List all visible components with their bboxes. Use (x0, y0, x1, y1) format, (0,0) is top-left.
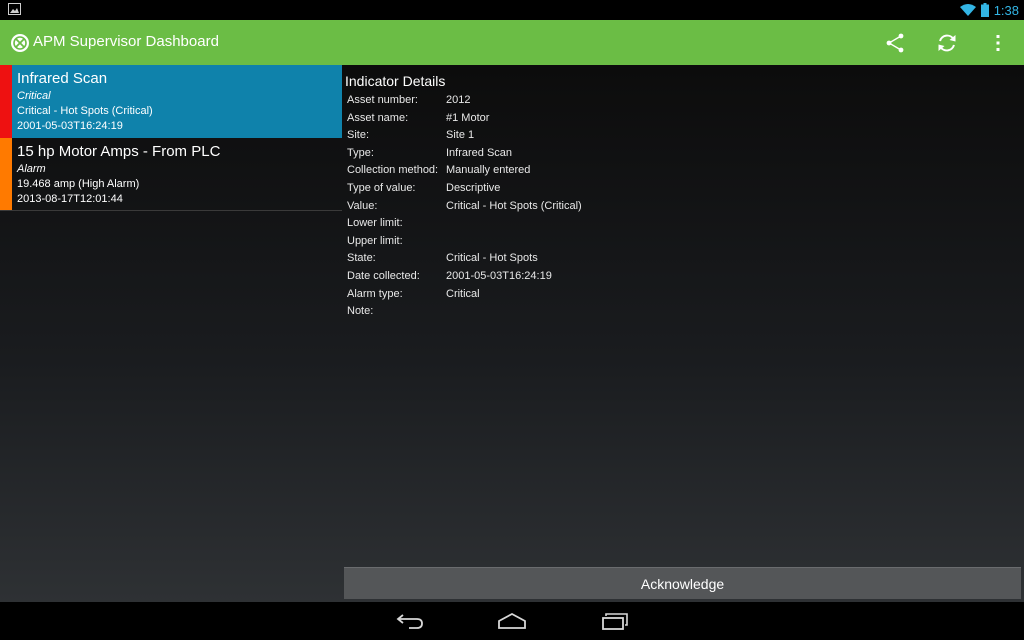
indicator-timestamp: 2013-08-17T12:01:44 (17, 193, 123, 205)
detail-label: Asset name: (347, 111, 409, 124)
indicator-list-item[interactable]: Infrared Scan Critical Critical - Hot Sp… (0, 65, 342, 138)
indicator-title: Infrared Scan (17, 70, 108, 87)
detail-value: Critical - Hot Spots (446, 252, 538, 265)
list-divider (0, 210, 342, 211)
wifi-icon (959, 4, 976, 16)
content-area: Infrared Scan Critical Critical - Hot Sp… (0, 65, 1024, 602)
details-heading: Indicator Details (345, 73, 446, 89)
indicator-list: Infrared Scan Critical Critical - Hot Sp… (0, 65, 342, 602)
detail-label: Type of value: (347, 181, 416, 194)
detail-value: Descriptive (446, 181, 501, 194)
acknowledge-button[interactable]: Acknowledge (344, 567, 1021, 599)
detail-label: Date collected: (347, 269, 420, 282)
detail-label: Value: (347, 199, 378, 212)
home-icon (498, 612, 526, 629)
severity-stripe (0, 65, 12, 138)
share-icon (886, 33, 904, 53)
detail-row-asset-number: Asset number: 2012 (345, 94, 1015, 112)
recent-apps-button[interactable] (598, 610, 632, 632)
detail-label: Type: (347, 146, 374, 159)
detail-row-site: Site: Site 1 (345, 129, 1015, 147)
detail-label: Site: (347, 129, 370, 142)
indicator-details-panel: Indicator Details Asset number: 2012 Ass… (345, 73, 1015, 323)
indicator-severity: Critical (17, 90, 51, 102)
indicator-timestamp: 2001-05-03T16:24:19 (17, 120, 123, 132)
detail-label: Upper limit: (347, 234, 403, 247)
detail-label: State: (347, 252, 376, 265)
detail-row-type-of-value: Type of value: Descriptive (345, 182, 1015, 200)
detail-value: Site 1 (446, 129, 475, 142)
detail-row-lower-limit: Lower limit: (345, 217, 1015, 235)
image-icon (8, 3, 21, 15)
detail-value: Critical - Hot Spots (Critical) (446, 199, 582, 212)
action-bar: APM Supervisor Dashboard (0, 20, 1024, 65)
back-button[interactable] (393, 610, 427, 632)
detail-row-date-collected: Date collected: 2001-05-03T16:24:19 (345, 270, 1015, 288)
indicator-list-item[interactable]: 15 hp Motor Amps - From PLC Alarm 19.468… (0, 138, 342, 211)
indicator-value: Critical - Hot Spots (Critical) (17, 105, 153, 117)
detail-row-state: State: Critical - Hot Spots (345, 252, 1015, 270)
status-bar: 1:38 (0, 0, 1024, 20)
detail-row-value: Value: Critical - Hot Spots (Critical) (345, 200, 1015, 218)
detail-value: 2012 (446, 94, 471, 106)
detail-value: Critical (446, 287, 480, 300)
detail-row-asset-name: Asset name: #1 Motor (345, 112, 1015, 130)
detail-value: 2001-05-03T16:24:19 (446, 269, 552, 282)
detail-row-collection-method: Collection method: Manually entered (345, 164, 1015, 182)
detail-row-upper-limit: Upper limit: (345, 235, 1015, 253)
recent-apps-icon (602, 613, 628, 630)
battery-icon (980, 3, 989, 17)
detail-row-note: Note: (345, 305, 1015, 323)
refresh-icon (938, 34, 956, 52)
overflow-menu-icon (996, 35, 1000, 51)
home-button[interactable] (495, 610, 529, 632)
detail-label: Note: (347, 305, 374, 318)
app-title: APM Supervisor Dashboard (33, 33, 219, 50)
overflow-menu-button[interactable] (985, 30, 1011, 56)
severity-stripe (0, 138, 12, 211)
app-logo-icon[interactable] (10, 33, 30, 53)
navigation-bar (0, 602, 1024, 640)
detail-label: Lower limit: (347, 217, 403, 230)
detail-row-type: Type: Infrared Scan (345, 147, 1015, 165)
refresh-button[interactable] (934, 30, 960, 56)
share-button[interactable] (882, 30, 908, 56)
detail-value: Manually entered (446, 164, 531, 177)
indicator-severity: Alarm (17, 163, 46, 175)
detail-label: Asset number: (347, 94, 418, 106)
indicator-value: 19.468 amp (High Alarm) (17, 178, 140, 190)
back-icon (396, 614, 423, 629)
detail-row-alarm-type: Alarm type: Critical (345, 288, 1015, 306)
detail-value: #1 Motor (446, 111, 490, 124)
clock: 1:38 (993, 2, 1019, 18)
detail-label: Alarm type: (347, 287, 403, 300)
indicator-title: 15 hp Motor Amps - From PLC (17, 143, 221, 160)
detail-value: Infrared Scan (446, 146, 513, 159)
detail-label: Collection method: (347, 164, 439, 177)
